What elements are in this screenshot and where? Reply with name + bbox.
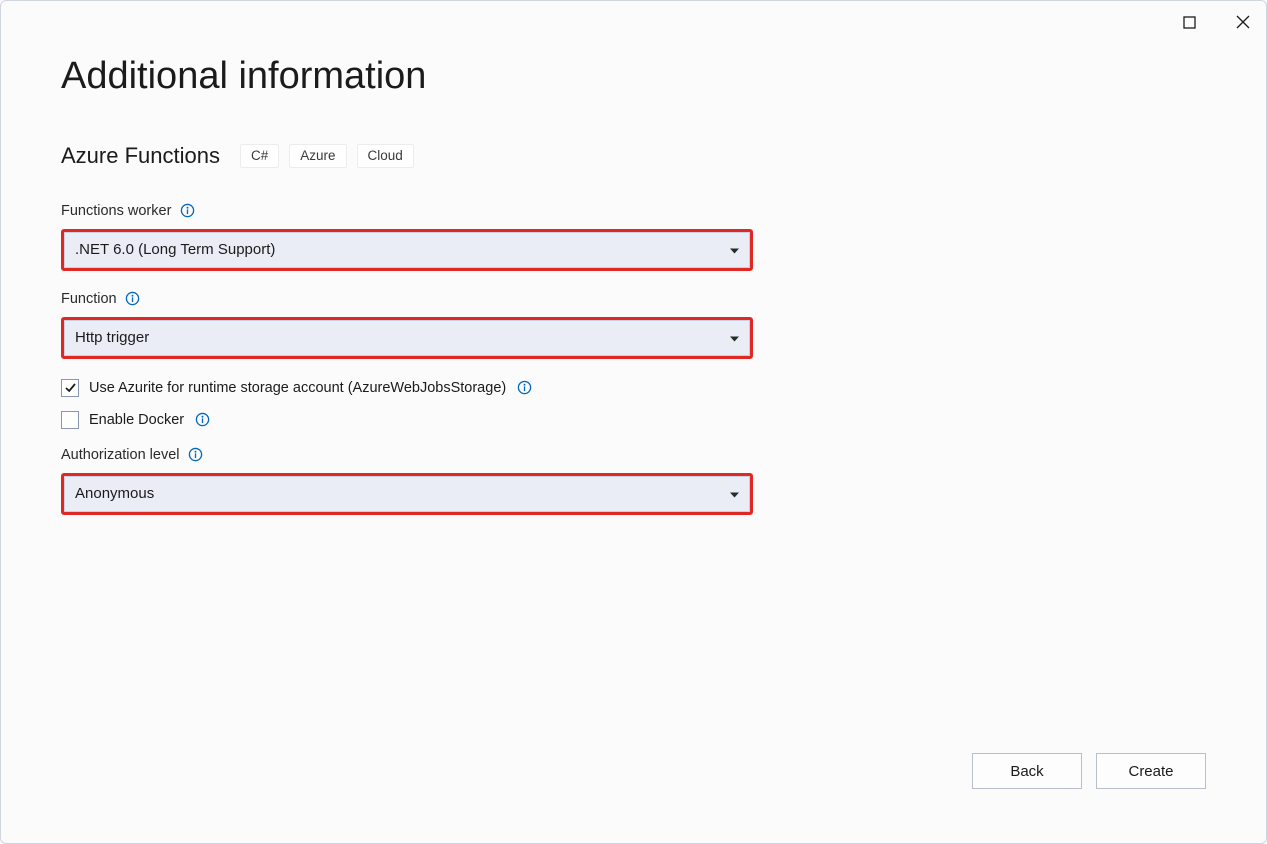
tag-cloud: Cloud: [357, 144, 414, 168]
tag-azure: Azure: [289, 144, 346, 168]
function-value: Http trigger: [75, 329, 149, 346]
enable-docker-checkbox[interactable]: [61, 411, 79, 429]
close-button[interactable]: [1228, 7, 1258, 37]
function-label: Function: [61, 291, 117, 307]
subheading-row: Azure Functions C# Azure Cloud: [61, 143, 1201, 169]
tag-list: C# Azure Cloud: [240, 144, 414, 168]
page-title: Additional information: [61, 56, 1201, 98]
enable-docker-row[interactable]: Enable Docker: [61, 411, 1201, 429]
back-button[interactable]: Back: [972, 753, 1082, 789]
functions-worker-label: Functions worker: [61, 203, 171, 219]
auth-level-group: Authorization level Anonymous: [61, 447, 1201, 515]
info-icon[interactable]: [516, 380, 532, 396]
use-azurite-checkbox[interactable]: [61, 379, 79, 397]
chevron-down-icon: [730, 329, 739, 346]
maximize-button[interactable]: [1174, 7, 1204, 37]
info-icon[interactable]: [125, 291, 141, 307]
functions-worker-value: .NET 6.0 (Long Term Support): [75, 241, 275, 258]
function-select-highlight: Http trigger: [61, 317, 753, 359]
info-icon[interactable]: [188, 447, 204, 463]
create-button[interactable]: Create: [1096, 753, 1206, 789]
functions-worker-select[interactable]: .NET 6.0 (Long Term Support): [64, 232, 750, 268]
dialog-window: Additional information Azure Functions C…: [0, 0, 1267, 844]
auth-level-select[interactable]: Anonymous: [64, 476, 750, 512]
function-select[interactable]: Http trigger: [64, 320, 750, 356]
chevron-down-icon: [730, 241, 739, 258]
window-controls: [1174, 7, 1258, 37]
auth-level-label-row: Authorization level: [61, 447, 1201, 463]
project-type-label: Azure Functions: [61, 143, 220, 169]
tag-csharp: C#: [240, 144, 279, 168]
auth-level-select-highlight: Anonymous: [61, 473, 753, 515]
auth-level-value: Anonymous: [75, 485, 154, 502]
content-area: Additional information Azure Functions C…: [61, 56, 1201, 515]
function-group: Function Http trigger: [61, 291, 1201, 359]
info-icon[interactable]: [194, 412, 210, 428]
use-azurite-label: Use Azurite for runtime storage account …: [89, 380, 506, 396]
info-icon[interactable]: [179, 203, 195, 219]
enable-docker-label: Enable Docker: [89, 412, 184, 428]
chevron-down-icon: [730, 485, 739, 502]
auth-level-label: Authorization level: [61, 447, 180, 463]
functions-worker-group: Functions worker .NET 6.0 (Long Term Sup…: [61, 203, 1201, 271]
functions-worker-label-row: Functions worker: [61, 203, 1201, 219]
use-azurite-row[interactable]: Use Azurite for runtime storage account …: [61, 379, 1201, 397]
footer-buttons: Back Create: [972, 753, 1206, 789]
functions-worker-select-highlight: .NET 6.0 (Long Term Support): [61, 229, 753, 271]
function-label-row: Function: [61, 291, 1201, 307]
